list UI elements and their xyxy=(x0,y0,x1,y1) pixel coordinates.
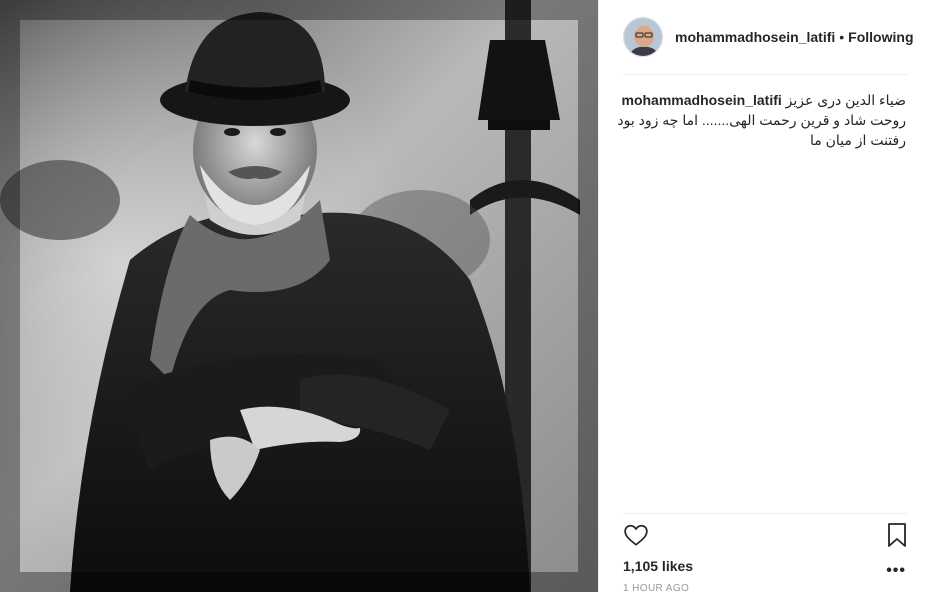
post-timestamp[interactable]: 1 HOUR AGO xyxy=(623,583,689,592)
post-photo[interactable] xyxy=(0,0,598,592)
avatar-image xyxy=(624,18,662,56)
bookmark-icon[interactable] xyxy=(886,522,908,553)
post-header: mohammadhosein_latifi • Following xyxy=(623,16,914,58)
header-username[interactable]: mohammadhosein_latifi xyxy=(675,29,835,45)
caption-username[interactable]: mohammadhosein_latifi xyxy=(622,92,782,108)
post-sidebar: mohammadhosein_latifi • Following ضیاء الد… xyxy=(598,0,928,592)
avatar[interactable] xyxy=(623,17,663,57)
more-options-icon[interactable]: ••• xyxy=(886,562,906,580)
post-actions xyxy=(623,522,908,552)
likes-count[interactable]: 1,105 likes xyxy=(623,558,693,574)
caption-line-1: ضیاء الدین دری عزیز mohammadhosein_latif… xyxy=(622,90,907,110)
instagram-post: mohammadhosein_latifi • Following ضیاء الد… xyxy=(0,0,928,592)
caption-line-2: روحت شاد و قرین رحمت الهی....... اما چه … xyxy=(617,112,906,128)
caption-line-3: رفتنت از میان ما xyxy=(809,132,906,148)
portrait-photo xyxy=(0,0,598,592)
post-caption: ضیاء الدین دری عزیز mohammadhosein_latif… xyxy=(617,90,907,150)
header-separator: • xyxy=(839,29,845,45)
header-divider xyxy=(623,74,908,75)
following-button[interactable]: Following xyxy=(848,29,913,45)
caption-first-text: ضیاء الدین دری عزیز xyxy=(785,92,906,108)
heart-icon[interactable] xyxy=(623,522,649,553)
header-text: mohammadhosein_latifi • Following xyxy=(675,29,914,45)
actions-divider xyxy=(623,513,908,514)
